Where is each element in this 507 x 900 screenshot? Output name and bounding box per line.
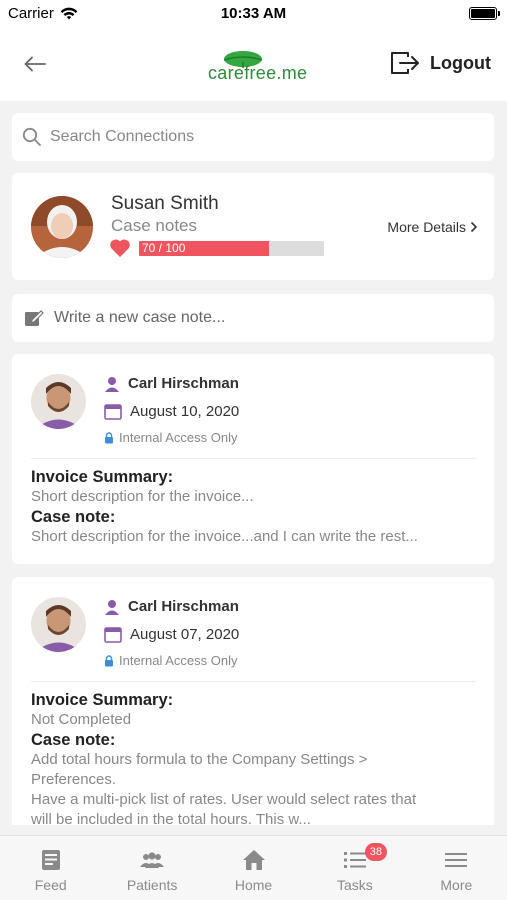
calendar-icon [104,404,122,420]
search-icon [22,127,41,146]
calendar-icon [104,627,122,643]
note-date: August 10, 2020 [130,403,240,420]
feed-icon [41,850,60,870]
access-level: Internal Access Only [119,653,238,668]
case-note-text-line: Add total hours formula to the Company S… [31,751,368,768]
user-icon [105,599,119,615]
status-time: 10:33 AM [220,5,287,22]
note-body: Invoice Summary: Short description for t… [31,467,480,547]
app-header: carefree.me Logout [0,28,507,101]
case-note-text: Short description for the invoice...and … [31,528,418,545]
patients-icon [140,852,165,868]
lock-icon [105,431,113,443]
divider [31,681,476,682]
note-body: Invoice Summary: Not Completed Case note… [31,690,480,825]
date-row: August 10, 2020 [104,403,239,420]
edit-note-icon [25,310,44,326]
tab-patients-label: Patients [126,877,178,893]
tasks-badge: 38 [364,843,387,861]
patient-profile-card: Susan Smith Case notes 70 / 100 More Det… [12,173,494,280]
brand-logo: carefree.me [205,48,308,88]
invoice-summary-text: Short description for the invoice... [31,488,254,505]
case-note-text-line: will be included in the total hours. Thi… [31,811,311,825]
back-arrow-icon [24,56,46,72]
logout-button[interactable]: Logout [390,50,491,76]
author-row: Carl Hirschman [104,375,239,392]
divider [31,458,476,459]
logout-icon [391,52,420,74]
tab-feed[interactable]: Feed [0,836,101,900]
access-row: Internal Access Only [104,430,238,445]
note-date: August 07, 2020 [130,626,240,643]
invoice-summary-heading: Invoice Summary: [31,691,174,709]
case-note-heading: Case note: [31,508,116,526]
case-note-card[interactable]: Carl Hirschman August 07, 2020 Internal … [12,577,494,825]
bottom-tab-bar: Feed Patients Home 38 Tasks More [0,835,507,900]
case-note-card[interactable]: Carl Hirschman August 10, 2020 Internal … [12,354,494,564]
tab-home-label: Home [234,877,273,893]
author-name: Carl Hirschman [128,598,239,615]
lock-icon [105,654,113,666]
invoice-summary-text: Not Completed [31,711,132,728]
patient-subtitle: Case notes [111,216,197,235]
tab-patients[interactable]: Patients [101,836,202,900]
chevron-right-icon [470,221,478,233]
more-details-link[interactable]: More Details [387,219,478,235]
author-avatar [31,597,86,652]
home-icon [242,850,265,870]
health-progress-bar: 70 / 100 [139,241,324,256]
author-name: Carl Hirschman [128,375,239,392]
tab-feed-label: Feed [34,877,67,893]
back-button[interactable] [20,50,50,78]
patient-name: Susan Smith [111,193,219,214]
case-note-text-line: Have a multi-pick list of rates. User wo… [31,791,417,808]
brand-name: carefree.me [208,63,308,83]
author-avatar [31,374,86,429]
menu-icon [445,853,468,867]
access-level: Internal Access Only [119,430,238,445]
new-case-note-button[interactable]: Write a new case note... [12,294,494,342]
new-case-note-label: Write a new case note... [54,309,226,326]
tab-home[interactable]: Home [203,836,304,900]
date-row: August 07, 2020 [104,626,239,643]
tab-tasks-label: Tasks [337,877,373,893]
case-note-text-line: Preferences. [31,771,117,788]
tasks-icon [343,852,366,868]
patient-avatar [31,196,93,258]
case-note-heading: Case note: [31,731,116,749]
status-bar: Carrier 10:33 AM [0,0,507,28]
tab-more[interactable]: More [406,836,507,900]
search-input[interactable] [50,128,470,146]
tab-tasks[interactable]: 38 Tasks [304,836,405,900]
battery-icon [469,7,500,20]
more-details-label: More Details [387,219,466,235]
user-icon [105,376,119,392]
progress-label: 70 / 100 [142,241,186,255]
search-bar [12,113,494,161]
heart-icon [110,239,130,257]
invoice-summary-heading: Invoice Summary: [31,468,174,486]
author-row: Carl Hirschman [104,598,239,615]
tab-more-label: More [440,877,473,893]
logout-label: Logout [430,52,491,73]
access-row: Internal Access Only [104,653,238,668]
